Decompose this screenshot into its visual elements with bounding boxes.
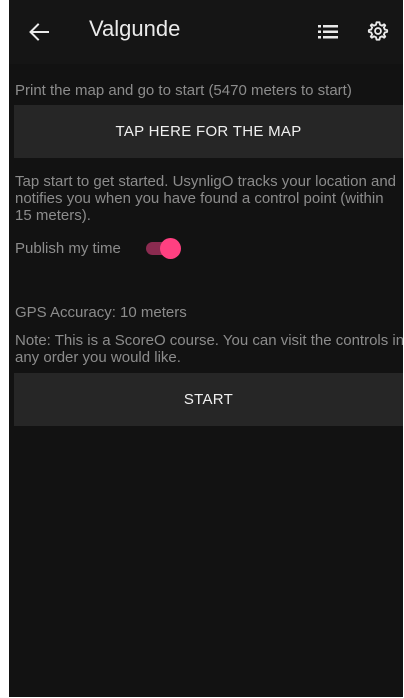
app-screen: Valgunde Print the map and go to start (… xyxy=(9,0,403,697)
gps-accuracy: GPS Accuracy: 10 meters xyxy=(15,304,187,321)
gear-icon xyxy=(367,21,389,41)
map-button[interactable]: TAP HERE FOR THE MAP xyxy=(14,105,403,158)
publish-time-toggle[interactable] xyxy=(146,238,181,259)
settings-button[interactable] xyxy=(363,16,393,46)
app-bar: Valgunde xyxy=(9,0,403,64)
tracking-info: Tap start to get started. UsynligO track… xyxy=(15,173,397,224)
course-note: Note: This is a ScoreO course. You can v… xyxy=(15,332,403,366)
list-icon xyxy=(318,25,338,39)
page-title: Valgunde xyxy=(89,16,181,41)
print-instruction: Print the map and go to start (5470 mete… xyxy=(15,82,352,99)
list-button[interactable] xyxy=(315,19,341,45)
toggle-thumb xyxy=(160,238,181,259)
publish-label: Publish my time xyxy=(15,240,121,257)
start-button[interactable]: START xyxy=(14,373,403,426)
back-button[interactable] xyxy=(25,18,53,46)
arrow-left-icon xyxy=(29,23,49,41)
